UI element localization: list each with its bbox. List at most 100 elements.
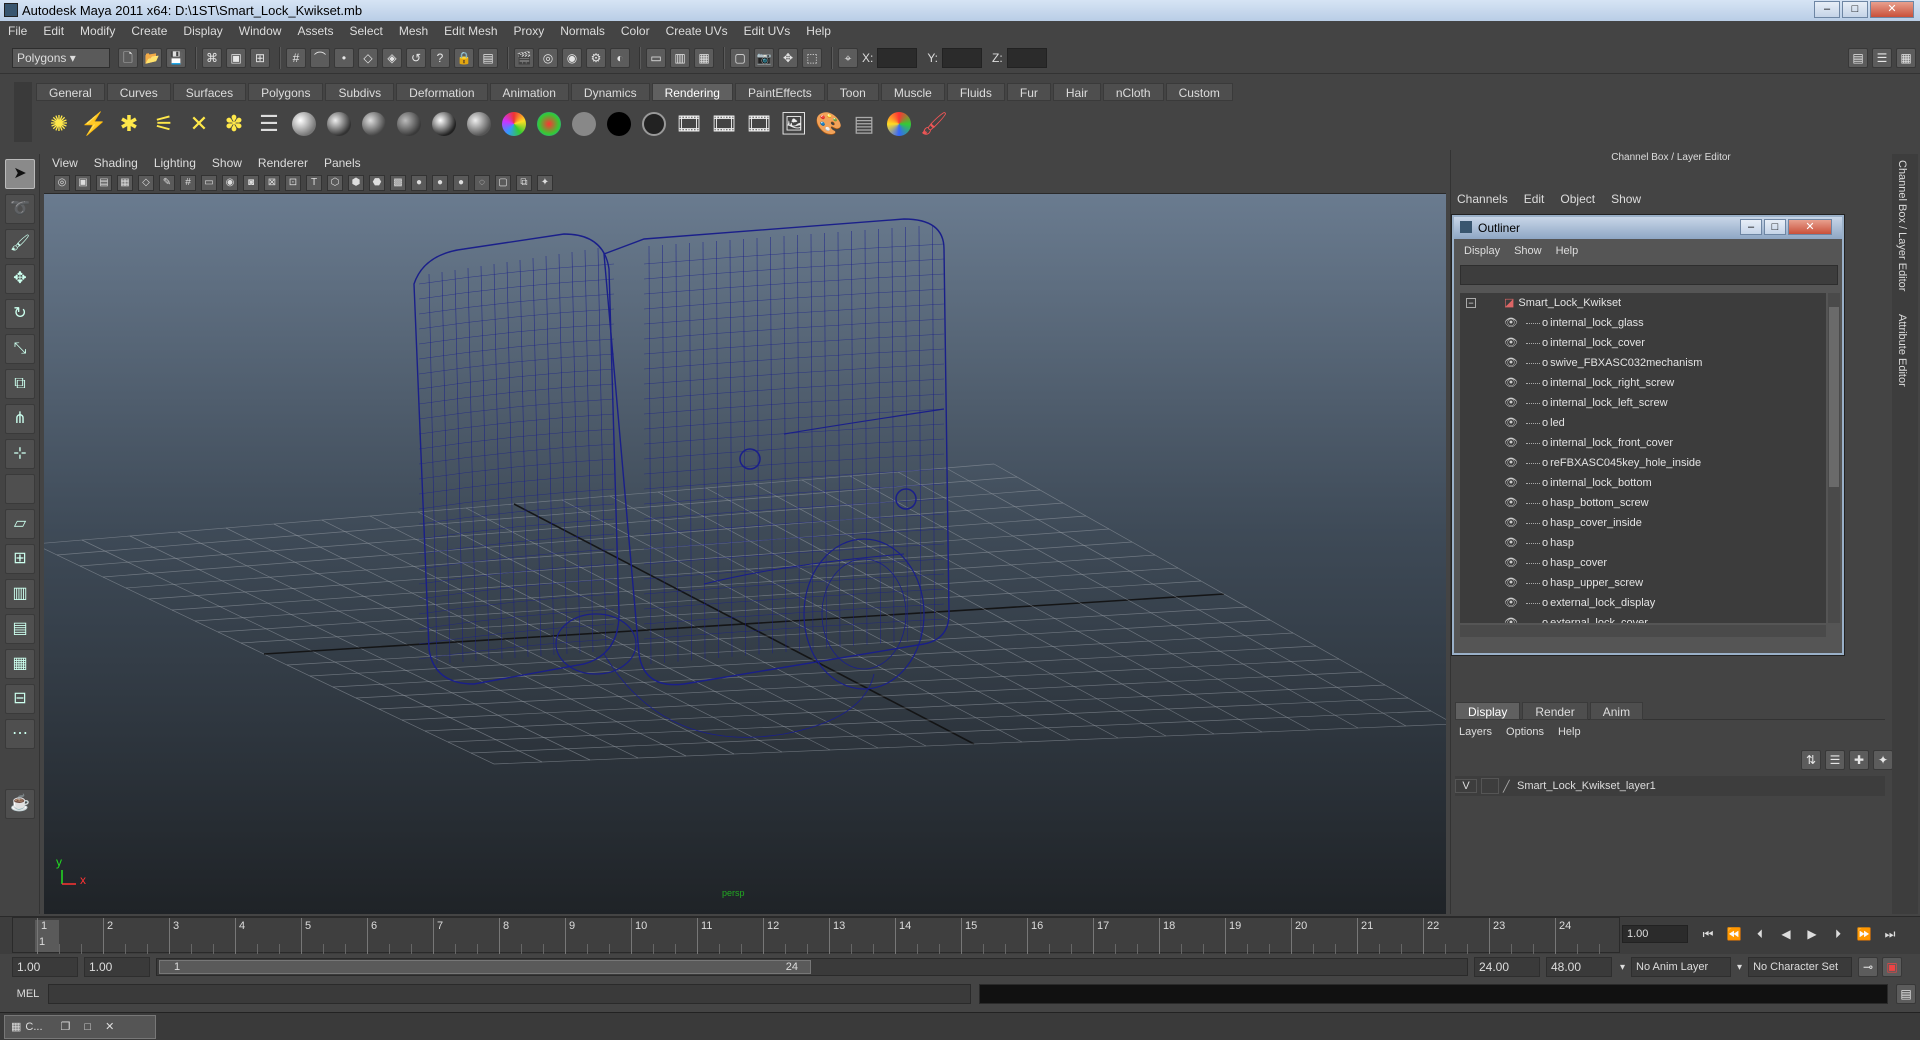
select-hierarchy-icon[interactable]: ⌘ — [202, 47, 222, 68]
shading-map-icon[interactable] — [534, 109, 564, 139]
maximize-button[interactable]: □ — [1842, 1, 1868, 18]
persp-outliner-layout-icon[interactable]: ▥ — [5, 579, 35, 609]
outliner-close-button[interactable]: ✕ — [1788, 219, 1832, 235]
phong-shader-icon[interactable] — [429, 109, 459, 139]
layers-menu[interactable]: Layers — [1459, 726, 1492, 738]
tab-fluids[interactable]: Fluids — [946, 83, 1005, 101]
auto-key-icon[interactable]: ⊸ — [1858, 957, 1879, 977]
snap-plane-icon[interactable]: ◇ — [358, 47, 378, 68]
input-line-icon[interactable]: ▭ — [646, 47, 666, 68]
menu-help[interactable]: Help — [798, 21, 839, 42]
hypershade-icon[interactable]: ◐ — [610, 47, 630, 68]
menu-color[interactable]: Color — [613, 21, 658, 42]
paint-brush-icon[interactable]: 🖌 — [919, 109, 949, 139]
menu-display[interactable]: Display — [175, 21, 230, 42]
step-back-key-icon[interactable]: ⏪ — [1724, 925, 1744, 943]
tab-hair[interactable]: Hair — [1052, 83, 1101, 101]
attribute-editor-side-tab[interactable]: Attribute Editor — [1896, 314, 1908, 387]
layer-row[interactable]: V ╱ Smart_Lock_Kwikset_layer1 — [1455, 776, 1885, 796]
options-menu[interactable]: Options — [1506, 726, 1544, 738]
grid-icon[interactable]: # — [180, 174, 196, 191]
menu-modify[interactable]: Modify — [72, 21, 123, 42]
menu-edit[interactable]: Edit — [35, 21, 72, 42]
anim-layer-dropdown-icon[interactable]: ▾ — [1620, 962, 1625, 973]
save-scene-icon[interactable]: 💾 — [166, 47, 186, 68]
char-set-dropdown-icon[interactable]: ▾ — [1737, 962, 1742, 973]
camera-attributes-icon[interactable]: ▣ — [75, 174, 91, 191]
directional-light-icon[interactable]: ⚡ — [79, 109, 109, 139]
outliner-item[interactable]: 👁 o hasp_bottom_screw — [1460, 493, 1826, 513]
layer-playback-toggle[interactable] — [1481, 778, 1499, 794]
construction-history-icon[interactable]: ▤ — [478, 47, 498, 68]
outliner-item[interactable]: 👁 o reFBXASC045key_hole_inside — [1460, 453, 1826, 473]
field-chart-icon[interactable]: ⊠ — [264, 174, 280, 191]
tab-deformation[interactable]: Deformation — [396, 83, 488, 101]
lasso-tool-icon[interactable]: ➰ — [5, 194, 35, 224]
attribute-toggle-icon[interactable]: ▦ — [694, 47, 714, 68]
outliner-item[interactable]: 👁 o hasp_upper_screw — [1460, 573, 1826, 593]
edit-menu[interactable]: Edit — [1524, 192, 1545, 206]
outliner-minimize-button[interactable]: – — [1740, 219, 1762, 235]
go-to-end-icon[interactable]: ⏭ — [1880, 925, 1900, 943]
menu-edit-mesh[interactable]: Edit Mesh — [436, 21, 505, 42]
image-plane-icon[interactable]: ▦ — [117, 174, 133, 191]
anim-layer-select[interactable]: No Anim Layer — [1631, 957, 1732, 977]
tab-custom[interactable]: Custom — [1165, 83, 1233, 101]
outliner-item[interactable]: 👁 o internal_lock_cover — [1460, 333, 1826, 353]
open-scene-icon[interactable]: 📂 — [142, 47, 162, 68]
layer-help-menu[interactable]: Help — [1558, 726, 1581, 738]
render-layers-icon[interactable]: ☰ — [254, 109, 284, 139]
outliner-item[interactable]: 👁 o internal_lock_right_screw — [1460, 373, 1826, 393]
four-view-layout-icon[interactable]: ⊞ — [5, 544, 35, 574]
select-tool-icon[interactable]: ➤ — [5, 159, 35, 189]
outliner-item[interactable]: 👁 o hasp_cover — [1460, 553, 1826, 573]
channels-menu[interactable]: Channels — [1457, 192, 1508, 206]
menu-mesh[interactable]: Mesh — [391, 21, 436, 42]
start-time-field[interactable]: 1.00 — [12, 957, 78, 977]
render-settings-icon[interactable]: ⚙ — [586, 47, 606, 68]
wireframe-on-shaded-icon[interactable]: ⬣ — [369, 174, 385, 191]
minimized-window-item[interactable]: ▦ C... ❐ □ ✕ — [4, 1014, 156, 1039]
render-region-icon[interactable]: 🖼 — [779, 109, 809, 139]
xray-icon[interactable]: ▢ — [495, 174, 511, 191]
wireframe-icon[interactable]: ⬡ — [327, 174, 343, 191]
anim-prefs-icon[interactable]: ▣ — [1882, 957, 1903, 977]
outliner-item[interactable]: 👁 o external_lock_display — [1460, 593, 1826, 613]
channel-box-icon[interactable]: ☰ — [1872, 47, 1892, 68]
persp-hypergraph-layout-icon[interactable]: ⊟ — [5, 684, 35, 714]
select-camera-icon[interactable]: ◎ — [54, 174, 70, 191]
time-ruler[interactable]: 1 1 2 3 4 5 6 7 8 9 10 11 12 13 14 15 16 17 18 19 20 21 22 23 2… — [12, 917, 1620, 954]
character-set-select[interactable]: No Character Set — [1748, 957, 1853, 977]
render-current-icon[interactable]: ◎ — [538, 47, 558, 68]
two-d-pan-icon[interactable]: ◇ — [138, 174, 154, 191]
scale-tool-icon[interactable]: ⤡ — [5, 334, 35, 364]
layer-stack-icon[interactable]: ☰ — [1825, 750, 1845, 770]
frame-icon[interactable]: ▢ — [730, 47, 750, 68]
end-time-field[interactable]: 48.00 — [1546, 957, 1612, 977]
outliner-vertical-scrollbar[interactable] — [1828, 293, 1840, 623]
viewport-menu-renderer[interactable]: Renderer — [250, 154, 316, 172]
rotate-tool-icon[interactable]: ↻ — [5, 299, 35, 329]
go-to-start-icon[interactable]: ⏮ — [1698, 925, 1718, 943]
viewport-menu-view[interactable]: View — [44, 154, 86, 172]
layer-color-icon[interactable]: ╱ — [1503, 780, 1513, 793]
layout-options-icon[interactable]: ⋯ — [5, 719, 35, 749]
snap-grid-icon[interactable]: # — [286, 47, 306, 68]
range-bar[interactable]: 1 24 — [156, 958, 1468, 976]
z-field[interactable] — [1006, 47, 1047, 68]
manipulator-tool-icon[interactable]: ⧉ — [5, 369, 35, 399]
gate-mask-icon[interactable]: ◙ — [243, 174, 259, 191]
minimize-button[interactable]: – — [1814, 1, 1840, 18]
bookmark-icon[interactable]: ▤ — [96, 174, 112, 191]
step-back-frame-icon[interactable]: ⏴ — [1750, 925, 1770, 943]
viewport-menu-lighting[interactable]: Lighting — [146, 154, 204, 172]
play-backward-icon[interactable]: ◀ — [1776, 925, 1796, 943]
isolate-select-icon[interactable]: ◌ — [474, 174, 490, 191]
current-time-field[interactable]: 1.00 — [1622, 925, 1688, 943]
ambient-light-icon[interactable]: ✺ — [44, 109, 74, 139]
history-icon[interactable]: ↺ — [406, 47, 426, 68]
menu-assets[interactable]: Assets — [289, 21, 341, 42]
phonge-shader-icon[interactable] — [464, 109, 494, 139]
cup-icon[interactable]: ☕ — [5, 789, 35, 819]
step-forward-frame-icon[interactable]: ⏵ — [1828, 925, 1848, 943]
